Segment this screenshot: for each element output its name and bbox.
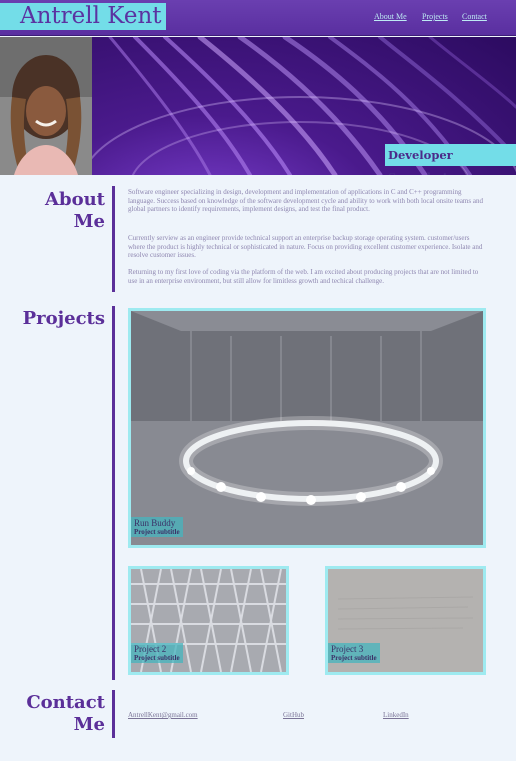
project-card-2[interactable]: Project 2 Project subtitle bbox=[128, 566, 289, 675]
hero-banner: Developer Snapshot bbox=[0, 37, 516, 175]
project-title: Run Buddy bbox=[134, 518, 176, 528]
about-heading-line1: About bbox=[45, 189, 105, 210]
about-me-heading: About Me bbox=[20, 189, 105, 233]
profile-photo bbox=[0, 37, 92, 175]
top-navigation-bar: Antrell Kent About Me Projects Contact bbox=[0, 0, 516, 36]
contact-divider bbox=[112, 690, 115, 738]
project-title: Project 3 bbox=[331, 644, 364, 654]
about-heading-line2: Me bbox=[73, 211, 105, 232]
contact-me-heading: Contact Me bbox=[20, 692, 105, 736]
about-divider bbox=[112, 186, 115, 292]
nav-contact[interactable]: Contact bbox=[462, 12, 487, 21]
project-card-3[interactable]: Project 3 Project subtitle bbox=[325, 566, 486, 675]
email-link[interactable]: AntrellKent@gmail.com bbox=[128, 711, 198, 719]
project-subtitle: Project subtitle bbox=[331, 654, 377, 662]
project-card-run-buddy[interactable]: Run Buddy Project subtitle bbox=[128, 308, 486, 548]
about-paragraph-2: Currently serview as an engineer provide… bbox=[128, 234, 483, 260]
project-subtitle: Project subtitle bbox=[134, 654, 180, 662]
about-paragraph-1: Software engineer specializing in design… bbox=[128, 188, 483, 214]
developer-snapshot-badge: Developer Snapshot bbox=[385, 144, 516, 175]
projects-heading: Projects bbox=[22, 308, 105, 329]
about-paragraph-3: Returning to my first love of coding via… bbox=[128, 268, 479, 285]
projects-divider bbox=[112, 306, 115, 680]
site-brand[interactable]: Antrell Kent bbox=[0, 3, 166, 30]
project-label-2: Project 2 Project subtitle bbox=[131, 643, 183, 663]
nav-about-me[interactable]: About Me bbox=[374, 12, 407, 21]
project-image-run-buddy bbox=[131, 311, 483, 545]
contact-heading-line2: Me bbox=[73, 714, 105, 735]
github-link[interactable]: GitHub bbox=[283, 711, 304, 719]
project-label-run-buddy: Run Buddy Project subtitle bbox=[131, 517, 183, 537]
project-label-3: Project 3 Project subtitle bbox=[328, 643, 380, 663]
contact-heading-line1: Contact bbox=[26, 692, 105, 713]
linkedin-link[interactable]: LinkedIn bbox=[383, 711, 409, 719]
nav-projects[interactable]: Projects bbox=[422, 12, 448, 21]
project-title: Project 2 bbox=[134, 644, 167, 654]
project-subtitle: Project subtitle bbox=[134, 528, 180, 536]
